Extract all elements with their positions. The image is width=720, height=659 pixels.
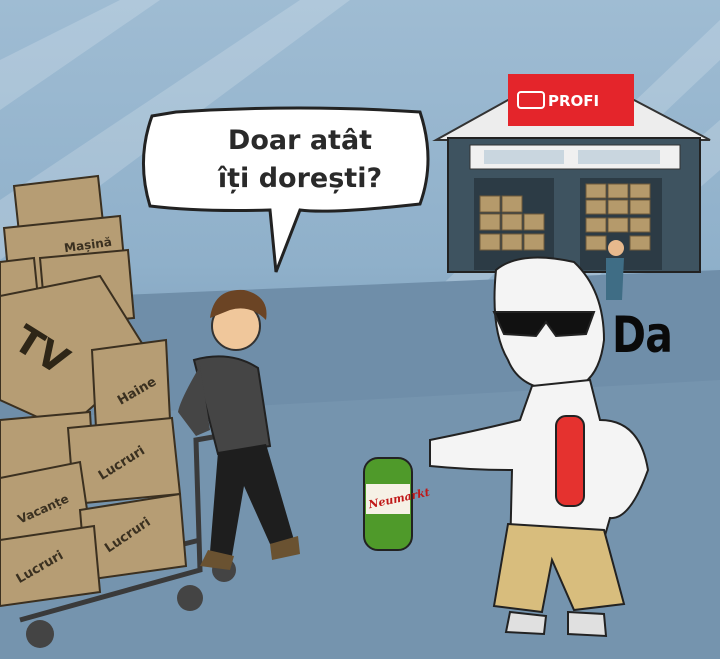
profi-sign-text: PROFI <box>548 92 600 110</box>
reply-text: Da <box>612 306 673 364</box>
speech-line-1: Doar atât <box>227 125 373 156</box>
store-worker <box>606 240 624 300</box>
red-bottle <box>555 415 585 507</box>
speech-bubble-text: Doar atât îți dorești? <box>170 122 430 198</box>
meme-scene: Doar atât îți dorești? Da PROFI Mașină T… <box>0 0 720 659</box>
speech-line-2: îți dorești? <box>217 163 383 194</box>
